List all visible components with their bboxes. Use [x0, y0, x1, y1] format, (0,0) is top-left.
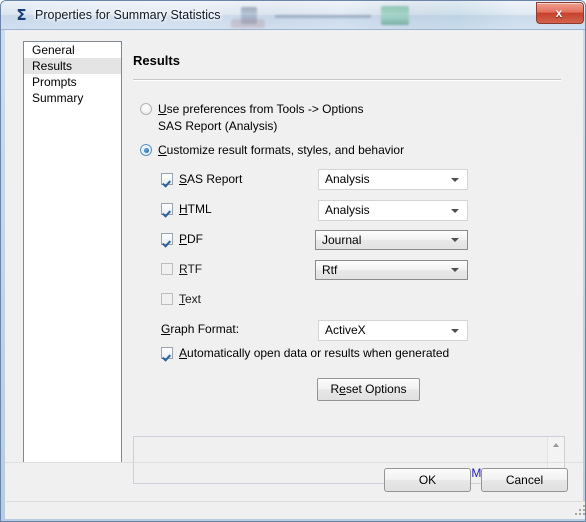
results-pane: Results Use preferences from Tools -> Op… [133, 41, 565, 463]
chevron-down-icon [451, 209, 459, 213]
dialog-client-area: General Results Prompts Summary Results … [5, 30, 585, 519]
radio-use-preferences-indicator [140, 103, 152, 115]
sidebar-item-summary[interactable]: Summary [24, 90, 121, 106]
ok-button[interactable]: OK [384, 468, 471, 492]
checkbox-sas-report-label: SAS Report [179, 172, 243, 186]
sidebar-item-general[interactable]: General [24, 42, 121, 58]
checkbox-pdf-label: PDF [179, 232, 204, 246]
checkbox-auto-open-indicator [161, 347, 173, 359]
title-bar[interactable]: Σ Properties for Summary Statistics x [1, 1, 585, 30]
chevron-down-icon [451, 238, 459, 242]
radio-customize-indicator [140, 144, 152, 156]
radio-customize-label: Customize result formats, styles, and be… [158, 143, 405, 157]
chevron-down-icon [451, 178, 459, 182]
chevron-down-icon [451, 329, 459, 333]
combo-sas-report-style[interactable]: Analysis [318, 169, 468, 190]
title-separator [133, 79, 561, 81]
graph-format-label: Graph Format: [161, 322, 240, 336]
combo-sas-report-style-value: Analysis [325, 172, 370, 186]
combo-rtf-style-value: Rtf [322, 263, 338, 277]
checkbox-auto-open-label: Automatically open data or results when … [179, 346, 450, 360]
close-icon: x [555, 6, 563, 20]
checkbox-html-label: HTML [179, 202, 212, 216]
chevron-down-icon [451, 268, 459, 272]
checkbox-text-label: Text [179, 292, 202, 306]
scroll-up-icon[interactable] [548, 437, 564, 453]
combo-html-style-value: Analysis [325, 203, 370, 217]
checkbox-text-indicator [161, 293, 173, 305]
sidebar-item-results[interactable]: Results [24, 58, 121, 74]
status-bar [6, 501, 585, 519]
checkbox-sas-report-indicator [161, 173, 173, 185]
category-list[interactable]: General Results Prompts Summary [23, 41, 122, 463]
checkbox-rtf-label: RTF [179, 262, 203, 276]
checkbox-rtf-indicator [161, 263, 173, 275]
reset-options-button[interactable]: Reset Options [317, 378, 420, 401]
page-title: Results [133, 53, 180, 68]
sidebar-item-prompts[interactable]: Prompts [24, 74, 121, 90]
reset-options-button-label: Reset Options [330, 382, 407, 396]
combo-pdf-style-value: Journal [322, 233, 362, 247]
combo-html-style[interactable]: Analysis [318, 200, 468, 221]
use-preferences-sublabel: SAS Report (Analysis) [158, 119, 278, 133]
sigma-icon: Σ [16, 6, 27, 24]
cancel-button[interactable]: Cancel [481, 468, 568, 492]
combo-rtf-style[interactable]: Rtf [315, 260, 468, 280]
radio-use-preferences-label: Use preferences from Tools -> Options [158, 102, 364, 116]
aero-glass-reflection [231, 3, 451, 28]
combo-pdf-style[interactable]: Journal [315, 230, 468, 250]
properties-dialog-window: Σ Properties for Summary Statistics x Ge… [0, 0, 586, 522]
combo-graph-format-value: ActiveX [325, 323, 366, 337]
checkbox-html-indicator [161, 203, 173, 215]
resize-grip[interactable] [575, 505, 585, 517]
window-title: Properties for Summary Statistics [35, 8, 221, 22]
checkbox-pdf-indicator [161, 233, 173, 245]
close-button[interactable]: x [536, 2, 584, 24]
footer-separator [5, 462, 583, 463]
combo-graph-format[interactable]: ActiveX [318, 320, 468, 341]
